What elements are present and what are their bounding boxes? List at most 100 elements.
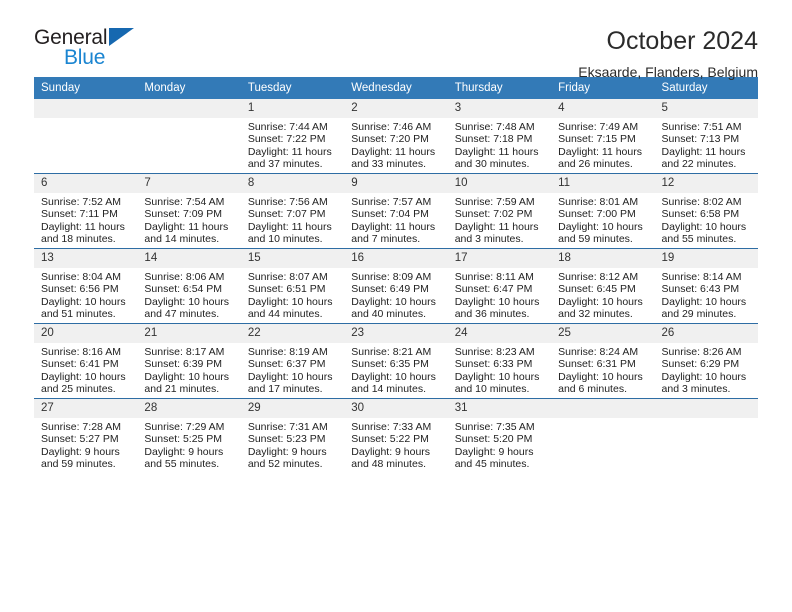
- calendar-day-cell[interactable]: 27 Sunrise: 7:28 AM Sunset: 5:27 PM Dayligh…: [34, 398, 138, 473]
- day-details: Sunrise: 8:17 AM Sunset: 6:39 PM Daylight:…: [137, 343, 240, 396]
- daylight-duration-line1: Daylight: 11 hours: [351, 145, 436, 158]
- page-header: General Blue October 2024 Eksaarde, Flan…: [34, 0, 758, 80]
- calendar-day-cell[interactable]: 20 Sunrise: 8:16 AM Sunset: 6:41 PM Dayligh…: [34, 323, 138, 399]
- day-details: Sunrise: 8:26 AM Sunset: 6:29 PM Daylight:…: [655, 343, 758, 396]
- day-number: 6: [34, 174, 138, 193]
- daylight-duration-line1: Daylight: 11 hours: [661, 145, 746, 158]
- daylight-duration-line1: Daylight: 10 hours: [144, 370, 230, 383]
- weekday-header-monday: Monday: [137, 77, 241, 99]
- day-details: Sunrise: 7:33 AM Sunset: 5:22 PM Daylight:…: [344, 418, 447, 471]
- day-number: 12: [654, 174, 758, 193]
- calendar-day-cell[interactable]: 8 Sunrise: 7:56 AM Sunset: 7:07 PM Daylight…: [240, 173, 345, 249]
- sunset-time: Sunset: 7:04 PM: [351, 208, 429, 221]
- calendar-day-cell[interactable]: 21 Sunrise: 8:17 AM Sunset: 6:39 PM Dayligh…: [137, 323, 241, 399]
- sunset-time: Sunset: 6:41 PM: [41, 358, 119, 371]
- daylight-duration-line2: and 45 minutes.: [454, 458, 530, 471]
- calendar-day-cell[interactable]: 24 Sunrise: 8:23 AM Sunset: 6:33 PM Dayligh…: [447, 323, 552, 399]
- sunset-time: Sunset: 6:33 PM: [454, 358, 533, 371]
- daylight-duration-line2: and 17 minutes.: [247, 383, 323, 396]
- day-number: 15: [240, 249, 345, 268]
- calendar-day-cell[interactable]: 15 Sunrise: 8:07 AM Sunset: 6:51 PM Dayligh…: [240, 248, 345, 324]
- calendar-day-cell[interactable]: 3 Sunrise: 7:48 AM Sunset: 7:18 PM Daylight…: [447, 99, 552, 174]
- daylight-duration-line1: Daylight: 10 hours: [247, 295, 333, 308]
- calendar-day-cell[interactable]: 11 Sunrise: 8:01 AM Sunset: 7:00 PM Dayligh…: [551, 173, 655, 249]
- weekday-header-saturday: Saturday: [654, 77, 758, 99]
- calendar-day-cell[interactable]: 22 Sunrise: 8:19 AM Sunset: 6:37 PM Dayligh…: [240, 323, 345, 399]
- day-number: 4: [551, 99, 655, 118]
- calendar-day-cell[interactable]: 6 Sunrise: 7:52 AM Sunset: 7:11 PM Daylight…: [34, 173, 138, 249]
- weekday-header-tuesday: Tuesday: [240, 77, 345, 99]
- daylight-duration-line1: Daylight: 11 hours: [247, 145, 332, 158]
- daylight-duration-line1: Daylight: 10 hours: [144, 295, 230, 308]
- calendar-day-cell[interactable]: 2 Sunrise: 7:46 AM Sunset: 7:20 PM Daylight…: [344, 99, 448, 174]
- daylight-duration-line2: and 3 minutes.: [661, 383, 731, 396]
- calendar-day-cell[interactable]: 13 Sunrise: 8:04 AM Sunset: 6:56 PM Dayligh…: [34, 248, 138, 324]
- daylight-duration-line2: and 14 minutes.: [351, 383, 426, 396]
- calendar-day-cell[interactable]: 29 Sunrise: 7:31 AM Sunset: 5:23 PM Dayligh…: [240, 398, 345, 473]
- calendar-day-cell[interactable]: 1 Sunrise: 7:44 AM Sunset: 7:22 PM Daylight…: [240, 99, 345, 174]
- daylight-duration-line1: Daylight: 10 hours: [661, 220, 747, 233]
- page-subtitle: Eksaarde, Flanders, Belgium: [578, 64, 758, 81]
- day-number: 21: [137, 324, 241, 343]
- day-number: 29: [240, 399, 345, 418]
- day-details: Sunrise: 8:12 AM Sunset: 6:45 PM Daylight:…: [551, 268, 654, 321]
- daylight-duration-line2: and 44 minutes.: [247, 308, 323, 321]
- sunset-time: Sunset: 6:35 PM: [351, 358, 429, 371]
- day-details: Sunrise: 7:59 AM Sunset: 7:02 PM Daylight:…: [448, 193, 551, 246]
- sunrise-time: Sunrise: 8:24 AM: [558, 346, 639, 358]
- calendar-day-cell[interactable]: 9 Sunrise: 7:57 AM Sunset: 7:04 PM Daylight…: [344, 173, 448, 249]
- daylight-duration-line2: and 25 minutes.: [41, 383, 116, 396]
- day-number: 3: [447, 99, 552, 118]
- calendar-day-cell[interactable]: 19 Sunrise: 8:14 AM Sunset: 6:43 PM Dayligh…: [654, 248, 758, 324]
- daylight-duration-line1: Daylight: 11 hours: [41, 220, 125, 233]
- daylight-duration-line1: Daylight: 10 hours: [454, 295, 540, 308]
- sunset-time: Sunset: 7:13 PM: [661, 133, 740, 146]
- calendar-day-cell[interactable]: 7 Sunrise: 7:54 AM Sunset: 7:09 PM Daylight…: [137, 173, 241, 249]
- sunrise-time: Sunrise: 7:46 AM: [351, 121, 432, 133]
- daylight-duration-line2: and 32 minutes.: [558, 308, 633, 321]
- daylight-duration-line2: and 51 minutes.: [41, 308, 116, 321]
- calendar-day-cell[interactable]: 30 Sunrise: 7:33 AM Sunset: 5:22 PM Dayligh…: [344, 398, 448, 473]
- daylight-duration-line1: Daylight: 11 hours: [351, 220, 436, 233]
- day-number: 9: [344, 174, 448, 193]
- daylight-duration-line2: and 36 minutes.: [454, 308, 530, 321]
- sunset-time: Sunset: 6:58 PM: [661, 208, 740, 221]
- calendar-day-cell[interactable]: 31 Sunrise: 7:35 AM Sunset: 5:20 PM Dayligh…: [447, 398, 552, 473]
- sunset-time: Sunset: 6:51 PM: [247, 283, 326, 296]
- calendar-page: General Blue October 2024 Eksaarde, Flan…: [0, 0, 792, 612]
- daylight-duration-line1: Daylight: 11 hours: [247, 220, 332, 233]
- day-details: Sunrise: 8:06 AM Sunset: 6:54 PM Daylight:…: [137, 268, 240, 321]
- sunrise-time: Sunrise: 7:28 AM: [41, 421, 121, 433]
- calendar-day-cell[interactable]: 18 Sunrise: 8:12 AM Sunset: 6:45 PM Dayligh…: [551, 248, 655, 324]
- day-number: 2: [344, 99, 448, 118]
- day-number: [551, 399, 655, 418]
- calendar-day-cell[interactable]: 28 Sunrise: 7:29 AM Sunset: 5:25 PM Dayligh…: [137, 398, 241, 473]
- calendar-day-cell[interactable]: 14 Sunrise: 8:06 AM Sunset: 6:54 PM Dayligh…: [137, 248, 241, 324]
- day-details: Sunrise: 8:16 AM Sunset: 6:41 PM Daylight:…: [34, 343, 137, 396]
- calendar-day-cell[interactable]: 16 Sunrise: 8:09 AM Sunset: 6:49 PM Dayligh…: [344, 248, 448, 324]
- daylight-duration-line2: and 59 minutes.: [41, 458, 116, 471]
- daylight-duration-line1: Daylight: 10 hours: [661, 370, 747, 383]
- day-number: 11: [551, 174, 655, 193]
- calendar-day-cell[interactable]: 5 Sunrise: 7:51 AM Sunset: 7:13 PM Daylight…: [654, 99, 758, 174]
- calendar-day-cell[interactable]: 23 Sunrise: 8:21 AM Sunset: 6:35 PM Dayligh…: [344, 323, 448, 399]
- day-details: Sunrise: 8:19 AM Sunset: 6:37 PM Daylight:…: [241, 343, 344, 396]
- sunrise-time: Sunrise: 8:04 AM: [41, 271, 121, 283]
- calendar-day-cell[interactable]: 25 Sunrise: 8:24 AM Sunset: 6:31 PM Dayligh…: [551, 323, 655, 399]
- calendar-day-cell[interactable]: 17 Sunrise: 8:11 AM Sunset: 6:47 PM Dayligh…: [447, 248, 552, 324]
- day-details: Sunrise: 8:24 AM Sunset: 6:31 PM Daylight:…: [551, 343, 654, 396]
- sunrise-time: Sunrise: 7:35 AM: [454, 421, 535, 433]
- calendar-day-cell[interactable]: 26 Sunrise: 8:26 AM Sunset: 6:29 PM Dayligh…: [654, 323, 758, 399]
- day-number: 14: [137, 249, 241, 268]
- sunrise-time: Sunrise: 8:12 AM: [558, 271, 639, 283]
- sunrise-time: Sunrise: 7:49 AM: [558, 121, 639, 133]
- daylight-duration-line1: Daylight: 11 hours: [144, 220, 229, 233]
- day-details: Sunrise: 8:21 AM Sunset: 6:35 PM Daylight:…: [344, 343, 447, 396]
- calendar-day-cell[interactable]: 12 Sunrise: 8:02 AM Sunset: 6:58 PM Dayligh…: [654, 173, 758, 249]
- sunset-time: Sunset: 7:15 PM: [558, 133, 636, 146]
- calendar-day-cell[interactable]: 10 Sunrise: 7:59 AM Sunset: 7:02 PM Dayligh…: [447, 173, 552, 249]
- sunrise-time: Sunrise: 8:06 AM: [144, 271, 225, 283]
- sunrise-time: Sunrise: 8:17 AM: [144, 346, 225, 358]
- daylight-duration-line2: and 59 minutes.: [558, 233, 633, 246]
- calendar-day-cell[interactable]: 4 Sunrise: 7:49 AM Sunset: 7:15 PM Daylight…: [551, 99, 655, 174]
